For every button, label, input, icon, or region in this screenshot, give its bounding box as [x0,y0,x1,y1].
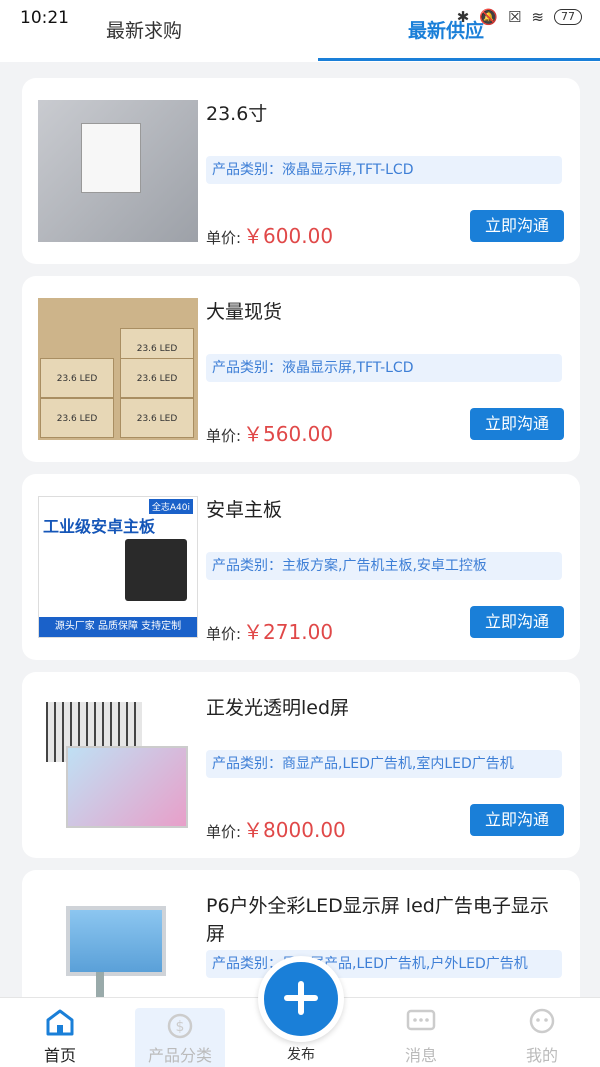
product-card[interactable]: 正发光透明led屏 产品类别：商显产品,LED广告机,室内LED广告机 单价: … [22,672,580,858]
product-category: 产品类别：液晶显示屏,TFT-LCD [206,354,562,382]
publish-button[interactable] [258,956,344,1042]
product-image[interactable]: 23.6 LED 23.6 LED 23.6 LED 23.6 LED 23.6… [38,298,198,440]
product-title: 正发光透明led屏 [206,697,350,719]
price-value: ￥600.00 [243,224,334,248]
product-title: 大量现货 [206,301,283,323]
contact-button[interactable]: 立即沟通 [470,210,564,242]
status-time: 10:21 [20,8,69,28]
product-category: 产品类别：显示屏产品,LED广告机,户外LED广告机 [206,950,562,978]
user-icon [529,1008,555,1034]
svg-text:$: $ [176,1019,185,1035]
board-chip [125,539,187,601]
nav-home[interactable]: 首页 [15,1008,105,1066]
product-card[interactable]: 工业级安卓主板 全志A40i 源头厂家 品质保障 支持定制 安卓主板 产品类别：… [22,474,580,660]
price-label: 单价: [206,427,242,445]
nav-mine[interactable]: 我的 [497,1008,587,1066]
home-icon [46,1009,74,1036]
price-label: 单价: [206,823,242,841]
price-row: 单价: ￥600.00 [206,220,333,249]
product-list: 23.6寸 产品类别：液晶显示屏,TFT-LCD 单价: ￥600.00 立即沟… [22,78,580,1067]
box-label: 23.6 LED [120,358,194,398]
product-title: 23.6寸 [206,103,268,125]
nav-home-label: 首页 [43,1046,76,1065]
box-label: 23.6 LED [120,398,194,438]
battery-icon: 77 [554,9,582,25]
top-bar: 10:21 ✱ 🔕 ☒ ≋ 77 最新求购 最新供应 [0,0,600,62]
wifi-icon: ≋ [531,8,544,26]
nav-messages-label: 消息 [404,1046,437,1065]
publish-label: 发布 [287,1047,315,1063]
message-icon [406,1009,436,1031]
nav-messages[interactable]: 消息 [376,1008,466,1066]
product-card[interactable]: 23.6寸 产品类别：液晶显示屏,TFT-LCD 单价: ￥600.00 立即沟… [22,78,580,264]
product-image[interactable]: 工业级安卓主板 全志A40i 源头厂家 品质保障 支持定制 [38,496,198,638]
product-category: 产品类别：商显产品,LED广告机,室内LED广告机 [206,750,562,778]
box-label: 23.6 LED [40,358,114,398]
price-label: 单价: [206,229,242,247]
price-row: 单价: ￥560.00 [206,418,333,447]
price-value: ￥271.00 [243,620,334,644]
tab-latest-purchase[interactable]: 最新求购 [106,16,182,43]
sim-icon: ☒ [507,8,522,26]
box-label: 23.6 LED [40,398,114,438]
product-card[interactable]: 23.6 LED 23.6 LED 23.6 LED 23.6 LED 23.6… [22,276,580,462]
nav-category[interactable]: $ 产品分类 [135,1008,225,1067]
contact-button[interactable]: 立即沟通 [470,804,564,836]
product-image[interactable] [38,694,198,836]
price-row: 单价: ￥271.00 [206,616,333,645]
nav-category-label: 产品分类 [147,1046,212,1065]
price-value: ￥8000.00 [243,818,346,842]
product-title: P6户外全彩LED显示屏 led广告电子显示屏 [206,895,549,945]
product-category: 产品类别：液晶显示屏,TFT-LCD [206,156,562,184]
contact-button[interactable]: 立即沟通 [470,408,564,440]
tab-latest-supply[interactable]: 最新供应 [408,16,484,43]
product-title: 安卓主板 [206,499,283,521]
price-label: 单价: [206,625,242,643]
tab-indicator [318,58,600,61]
image-badge: 全志A40i [148,499,193,514]
price-value: ￥560.00 [243,422,334,446]
contact-button[interactable]: 立即沟通 [470,606,564,638]
price-row: 单价: ￥8000.00 [206,814,346,843]
product-image[interactable] [38,100,198,242]
image-footer-text: 源头厂家 品质保障 支持定制 [39,617,197,637]
image-header-text: 工业级安卓主板 [43,517,156,536]
nav-mine-label: 我的 [525,1046,558,1065]
product-category: 产品类别：主板方案,广告机主板,安卓工控板 [206,552,562,580]
category-icon: $ [167,1013,193,1039]
